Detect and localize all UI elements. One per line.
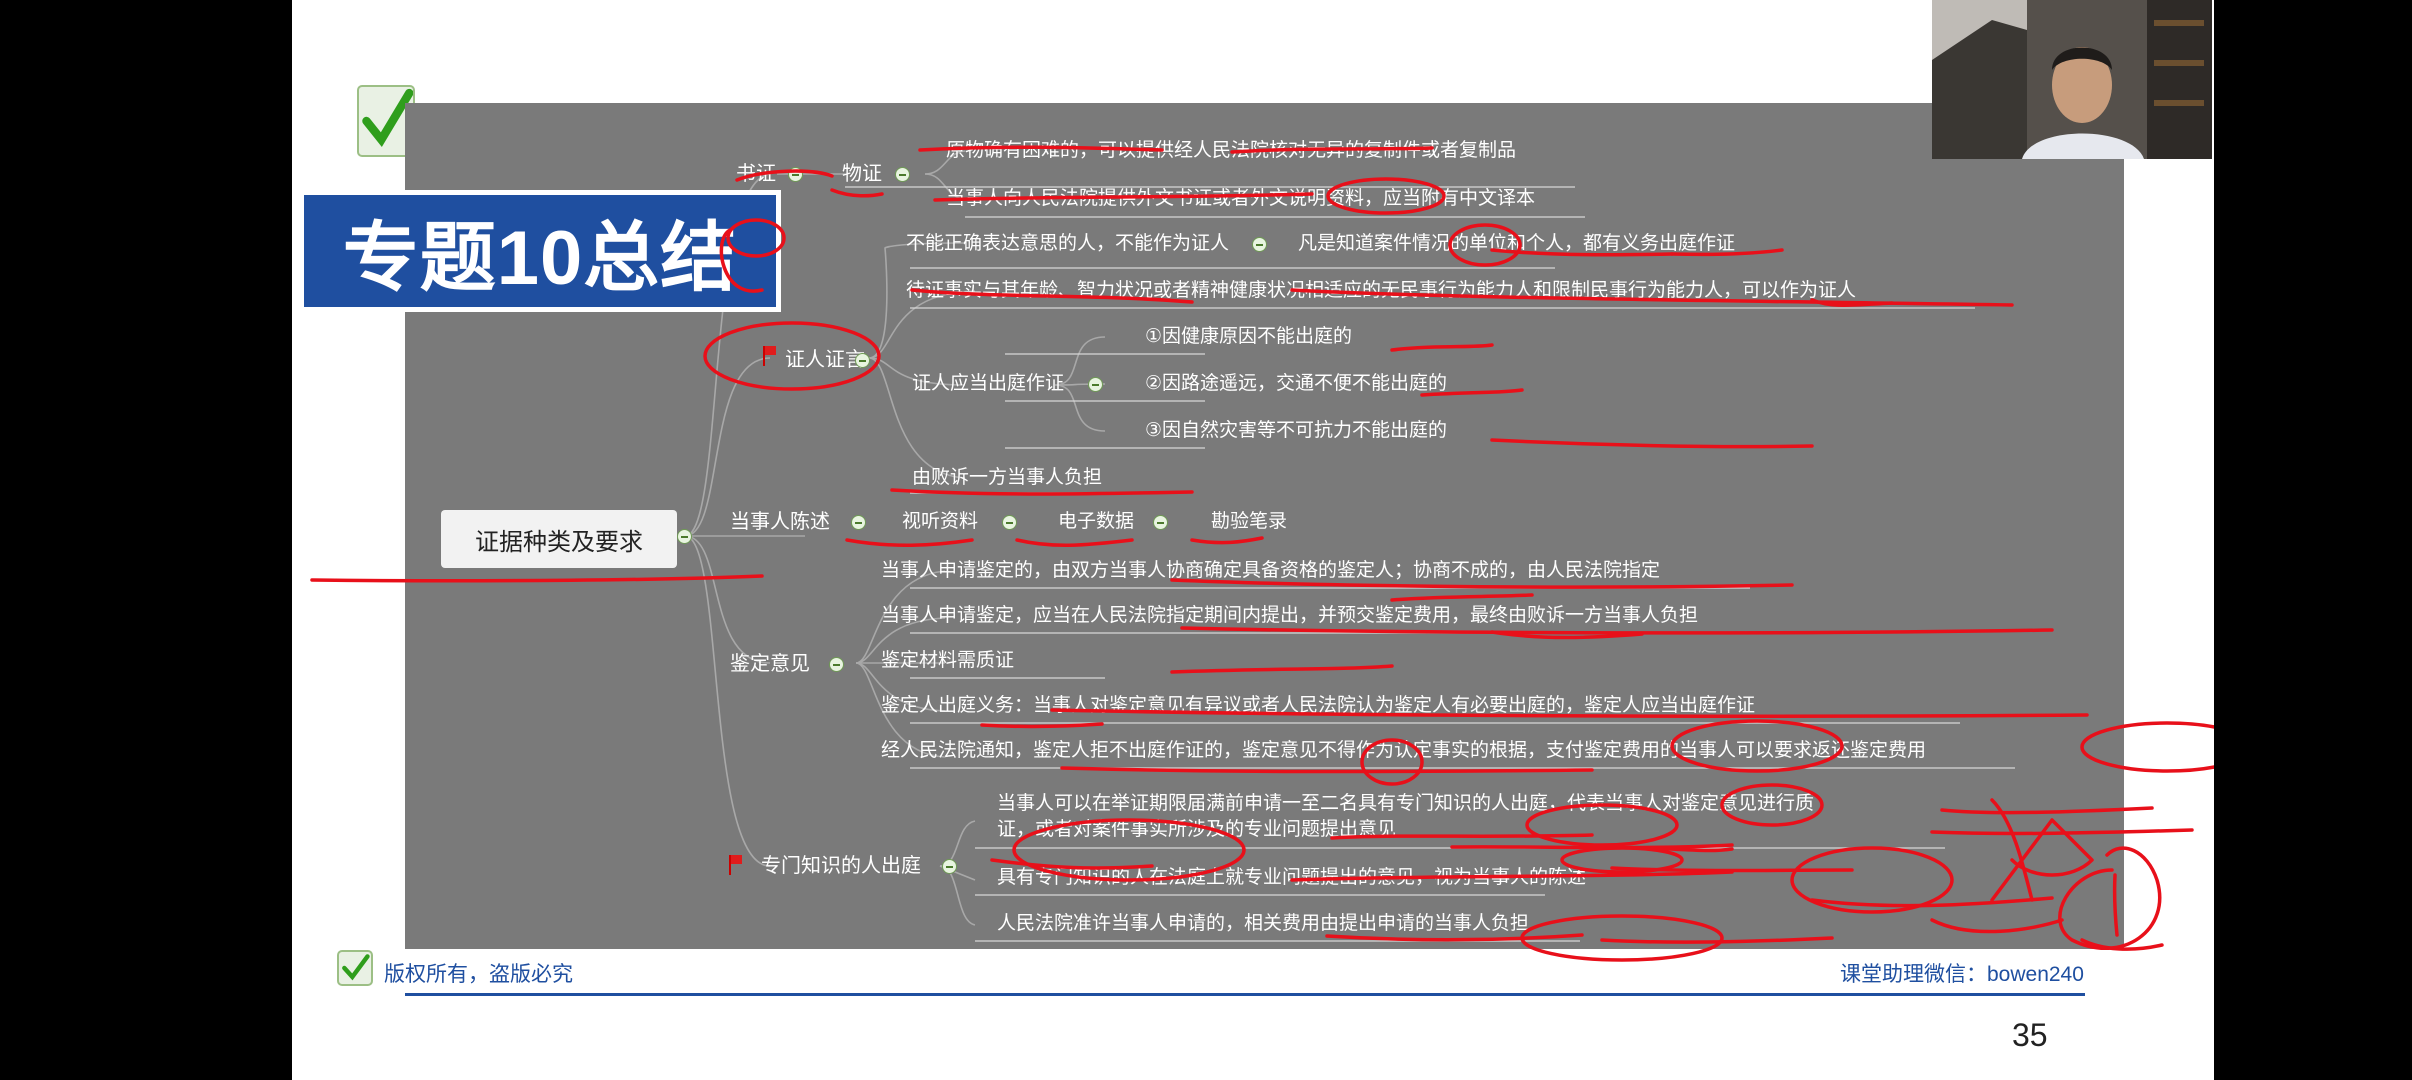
- flag-icon: [729, 855, 743, 875]
- collapse-icon[interactable]: [895, 167, 910, 182]
- collapse-icon[interactable]: [1252, 237, 1267, 252]
- collapse-icon[interactable]: [851, 515, 866, 530]
- node-zr-3: 证人应当出庭作证: [912, 373, 1065, 394]
- collapse-icon[interactable]: [855, 353, 870, 368]
- node-zhengren: 证人证言: [785, 349, 865, 371]
- node-wuzheng: 物证: [842, 163, 882, 185]
- node-wuzheng-1: 原物确有困难的，可以提供经人民法院核对无异的复制件或者复制品: [946, 140, 1517, 161]
- node-jd-5: 经人民法院通知，鉴定人拒不出庭作证的，鉴定意见不得作为认定事实的根据，支付鉴定费…: [881, 740, 1927, 761]
- collapse-icon[interactable]: [1088, 377, 1103, 392]
- node-zm-2: 具有专门知识的人在法庭上就专业问题提出的意见，视为当事人的陈述: [997, 867, 1587, 888]
- root-node: 证据种类及要求: [441, 510, 677, 568]
- node-zr-3c: ③因自然灾害等不可抗力不能出庭的: [1145, 420, 1448, 441]
- node-zr-2: 待证事实与其年龄、智力状况或者精神健康状况相适应的无民事行为能力人和限制民事行为…: [906, 280, 1857, 301]
- collapse-icon[interactable]: [677, 529, 692, 544]
- page-number: 35: [2012, 1017, 2048, 1053]
- node-zm-3: 人民法院准许当事人申请的，相关费用由提出申请的当事人负担: [997, 913, 1530, 934]
- footer-divider: [405, 993, 2085, 996]
- node-jd-1: 当事人申请鉴定的，由双方当事人协商确定具备资格的鉴定人；协商不成的，由人民法院指…: [881, 560, 1661, 581]
- node-zr-1: 不能正确表达意思的人，不能作为证人: [906, 233, 1230, 254]
- node-zm-1b: 证，或者对案件事实所涉及的专业问题提出意见: [997, 819, 1397, 840]
- node-jd-4: 鉴定人出庭义务：当事人对鉴定意见有异议或者人民法院认为鉴定人有必要出庭的，鉴定人…: [881, 695, 1756, 716]
- node-kanyan: 勘验笔录: [1211, 511, 1288, 532]
- node-chenshu: 当事人陈述: [730, 511, 830, 533]
- node-zhuanmen: 专门知识的人出庭: [761, 855, 921, 877]
- node-zr-1b: 凡是知道案件情况的单位和个人，都有义务出庭作证: [1298, 233, 1736, 254]
- node-shiting: 视听资料: [902, 511, 979, 532]
- node-zr-3b: ②因路途遥远，交通不便不能出庭的: [1145, 373, 1448, 394]
- node-zr-3a: ①因健康原因不能出庭的: [1145, 326, 1353, 347]
- node-shuzheng: 书证: [736, 163, 776, 185]
- webcam-video: [1932, 0, 2212, 159]
- node-dianzi: 电子数据: [1058, 511, 1135, 532]
- collapse-icon[interactable]: [942, 859, 957, 874]
- presentation-slide: 证据种类及要求 书证 物证 原物确有困难的，可以提供经人民法院核对无异的复制件或…: [292, 0, 2214, 1080]
- presenter-image: [1932, 0, 2212, 159]
- wechat-contact: 课堂助理微信：bowen240: [1840, 963, 2084, 986]
- copyright-notice: 版权所有，盗版必究: [384, 963, 573, 986]
- flag-icon: [763, 346, 777, 366]
- slide-title: 专题10总结: [299, 190, 781, 312]
- check-icon: [337, 950, 373, 986]
- node-zm-1a: 当事人可以在举证期限届满前申请一至二名具有专门知识的人出庭，代表当事人对鉴定意见…: [997, 793, 1815, 814]
- node-zr-4: 由败诉一方当事人负担: [912, 467, 1103, 488]
- node-wuzheng-2: 当事人向人民法院提供外文书证或者外文说明资料，应当附有中文译本: [946, 188, 1536, 209]
- collapse-icon[interactable]: [1002, 515, 1017, 530]
- node-jd-3: 鉴定材料需质证: [881, 650, 1015, 671]
- node-jd-2: 当事人申请鉴定，应当在人民法院指定期间内提出，并预交鉴定费用，最终由败诉一方当事…: [881, 605, 1699, 626]
- collapse-icon[interactable]: [788, 167, 803, 182]
- collapse-icon[interactable]: [829, 657, 844, 672]
- node-jianding: 鉴定意见: [730, 653, 810, 675]
- collapse-icon[interactable]: [1153, 515, 1168, 530]
